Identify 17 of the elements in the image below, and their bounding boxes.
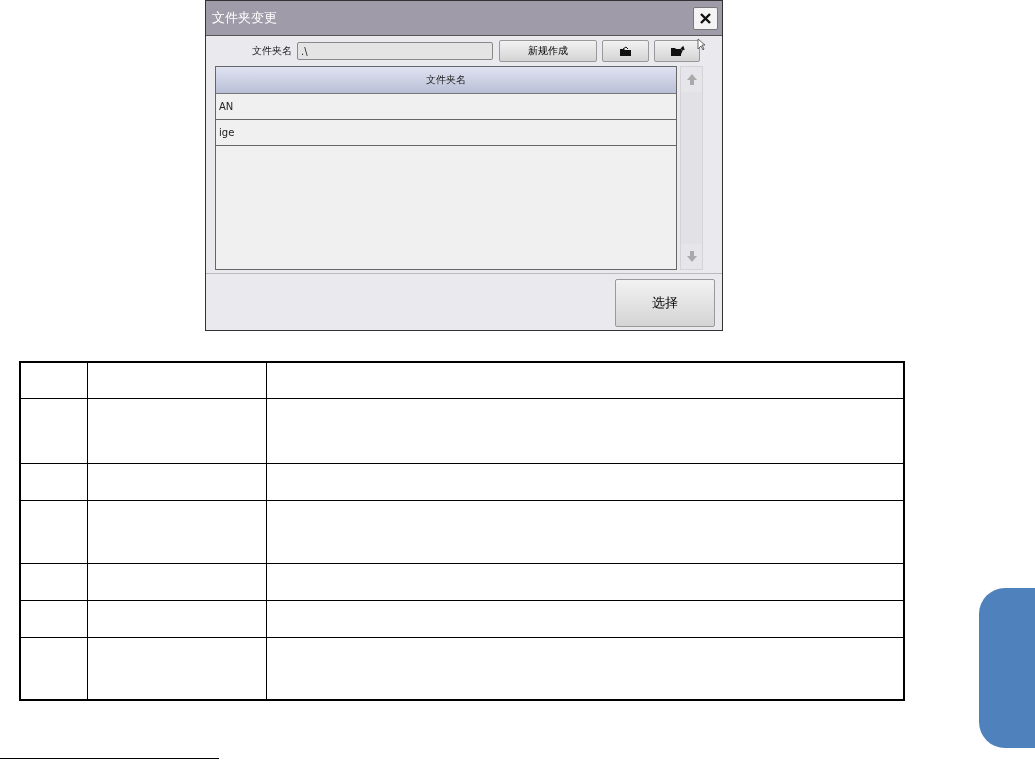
window-title: 文件夹变更	[212, 9, 277, 27]
folder-up-button[interactable]	[654, 40, 700, 62]
down-arrow-icon	[686, 251, 697, 262]
open-folder-button[interactable]	[602, 40, 649, 62]
folder-icon	[619, 45, 632, 57]
pointer-icon	[697, 38, 706, 51]
folder-name-field[interactable]: .\	[297, 42, 493, 60]
new-folder-button[interactable]: 新规作成	[499, 40, 597, 62]
folder-name-label: 文件夹名	[251, 44, 292, 58]
list-row[interactable]: ige	[216, 120, 676, 146]
select-button[interactable]: 选择	[615, 279, 715, 327]
up-arrow-icon	[686, 74, 697, 85]
folder-arrow-icon	[669, 45, 685, 57]
close-icon	[700, 12, 711, 24]
column-header: 文件夹名	[216, 67, 676, 94]
list-row[interactable]: AN	[216, 94, 676, 120]
close-button[interactable]	[693, 6, 718, 30]
